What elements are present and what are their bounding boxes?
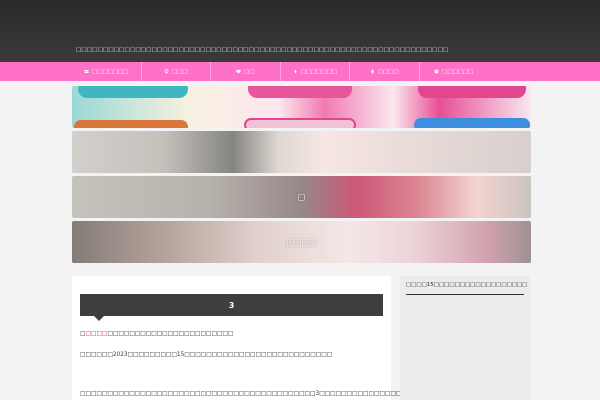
highlight-link[interactable]: □□□□ xyxy=(85,331,107,337)
nav-item-label: □□□□ xyxy=(377,68,399,75)
post-paragraph: □□□□□□2023□□□□□□□□□15□□□□□□□□□□□□□□□□□□□… xyxy=(80,352,333,358)
banner-1[interactable] xyxy=(72,86,531,128)
heart-icon xyxy=(236,69,241,74)
banner-3[interactable]: □ xyxy=(72,176,531,218)
nav-item-6[interactable]: □□□□□□ xyxy=(420,62,489,81)
pin-icon xyxy=(164,69,169,74)
banner-4[interactable]: □□□□ xyxy=(72,221,531,263)
site-header: □□□□□□□□□□□□□□□□□□□□□□□□□□□□□□□□□□□□□□□□… xyxy=(0,0,600,62)
banner-pattern xyxy=(248,86,352,98)
pin-icon xyxy=(294,69,297,74)
nav-item-label: □□□ xyxy=(171,68,188,75)
banner-pattern xyxy=(244,118,356,128)
sidebar: □□□□15□□□□□□□□□□□□□□□□□□ xyxy=(400,276,530,400)
banner-2[interactable] xyxy=(72,131,531,173)
banner-pattern xyxy=(74,120,188,128)
nav-item-1[interactable]: □□□□□□□ xyxy=(72,62,142,81)
clock-icon xyxy=(434,69,439,74)
banner-label: □□□□ xyxy=(286,237,317,247)
nav-item-label: □□□□□□□ xyxy=(300,68,337,75)
nav-item-3[interactable]: □□ xyxy=(211,62,281,81)
sidebar-title: □□□□15□□□□□□□□□□□□□□□□□□ xyxy=(406,282,527,295)
nav-item-label: □□ xyxy=(244,68,255,75)
post-heading: 3 xyxy=(80,294,383,321)
main-content: 3 □□□□□□□□□□□□□□□□□□□□□□□□□□□□ □□□□□□202… xyxy=(72,276,484,400)
nav-item-4[interactable]: □□□□□□□ xyxy=(281,62,350,81)
nav-item-2[interactable]: □□□ xyxy=(142,62,211,81)
nav-item-label: □□□□□□ xyxy=(442,68,474,75)
global-nav: □□□□□□□ □□□ □□ □□□□□□□ □□□□ □□□□□□ xyxy=(0,62,600,81)
banner-pattern xyxy=(78,86,188,98)
banner-pattern xyxy=(418,86,526,98)
post-paragraph: □□□□□□□□□□□□□□□□□□□□□□□□□□□□ xyxy=(80,331,234,337)
banner-pattern xyxy=(414,118,530,128)
banner-stack: □ □□□□ xyxy=(72,86,531,266)
nav-item-label: □□□□□□□ xyxy=(92,68,129,75)
card-icon xyxy=(84,70,89,73)
site-tagline: □□□□□□□□□□□□□□□□□□□□□□□□□□□□□□□□□□□□□□□□… xyxy=(76,47,449,53)
banner-label: □ xyxy=(297,192,306,202)
nav-item-5[interactable]: □□□□ xyxy=(350,62,420,81)
pin-icon xyxy=(370,69,374,74)
